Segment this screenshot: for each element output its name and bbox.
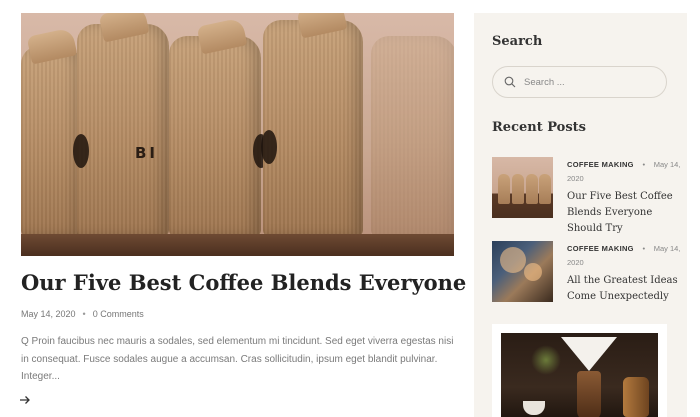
post-date[interactable]: May 14, 2020: [21, 309, 76, 319]
sidebar: Search Recent Posts COFFEE MAKING • May …: [474, 13, 687, 417]
meta-separator: •: [638, 160, 650, 169]
sidebar-promo-image[interactable]: [492, 324, 667, 417]
pour-over-coffee-image: [501, 333, 658, 417]
recent-post-thumbnail[interactable]: [492, 241, 553, 302]
shelf: [21, 234, 454, 256]
search-box[interactable]: [492, 66, 667, 98]
bag-logo-text: BI: [135, 144, 159, 162]
post-excerpt: Q Proin faucibus nec mauris a sodales, s…: [21, 336, 454, 382]
coffee-bag-image: [371, 36, 454, 236]
featured-image[interactable]: BI: [21, 13, 454, 256]
coffee-bag-image: [169, 17, 269, 236]
search-icon: [504, 76, 516, 88]
recent-posts-title: Recent Posts: [492, 120, 586, 135]
recent-post-category[interactable]: COFFEE MAKING: [567, 244, 634, 253]
recent-post-category[interactable]: COFFEE MAKING: [567, 160, 634, 169]
meta-separator: •: [82, 309, 86, 319]
coffee-bag-image: BI: [73, 13, 169, 236]
post-comments-link[interactable]: 0 Comments: [93, 309, 144, 319]
arrow-right-icon: [20, 396, 30, 404]
meta-separator: •: [638, 244, 650, 253]
recent-post-item[interactable]: COFFEE MAKING • May 14, 2020 All the Gre…: [492, 241, 682, 303]
search-input[interactable]: [524, 74, 654, 91]
recent-post-title[interactable]: All the Greatest Ideas Come Unexpectedly: [567, 273, 682, 305]
post-meta: May 14, 2020 • 0 Comments: [21, 309, 144, 319]
recent-post-item[interactable]: COFFEE MAKING • May 14, 2020 Our Five Be…: [492, 157, 682, 234]
recent-post-title[interactable]: Our Five Best Coffee Blends Everyone Sho…: [567, 189, 682, 237]
search-widget-title: Search: [492, 34, 543, 49]
post-title[interactable]: Our Five Best Coffee Blends Everyone Sho…: [21, 270, 601, 295]
coffee-bag-image: [261, 13, 363, 236]
read-more-button[interactable]: [19, 394, 31, 409]
recent-post-thumbnail[interactable]: [492, 157, 553, 218]
